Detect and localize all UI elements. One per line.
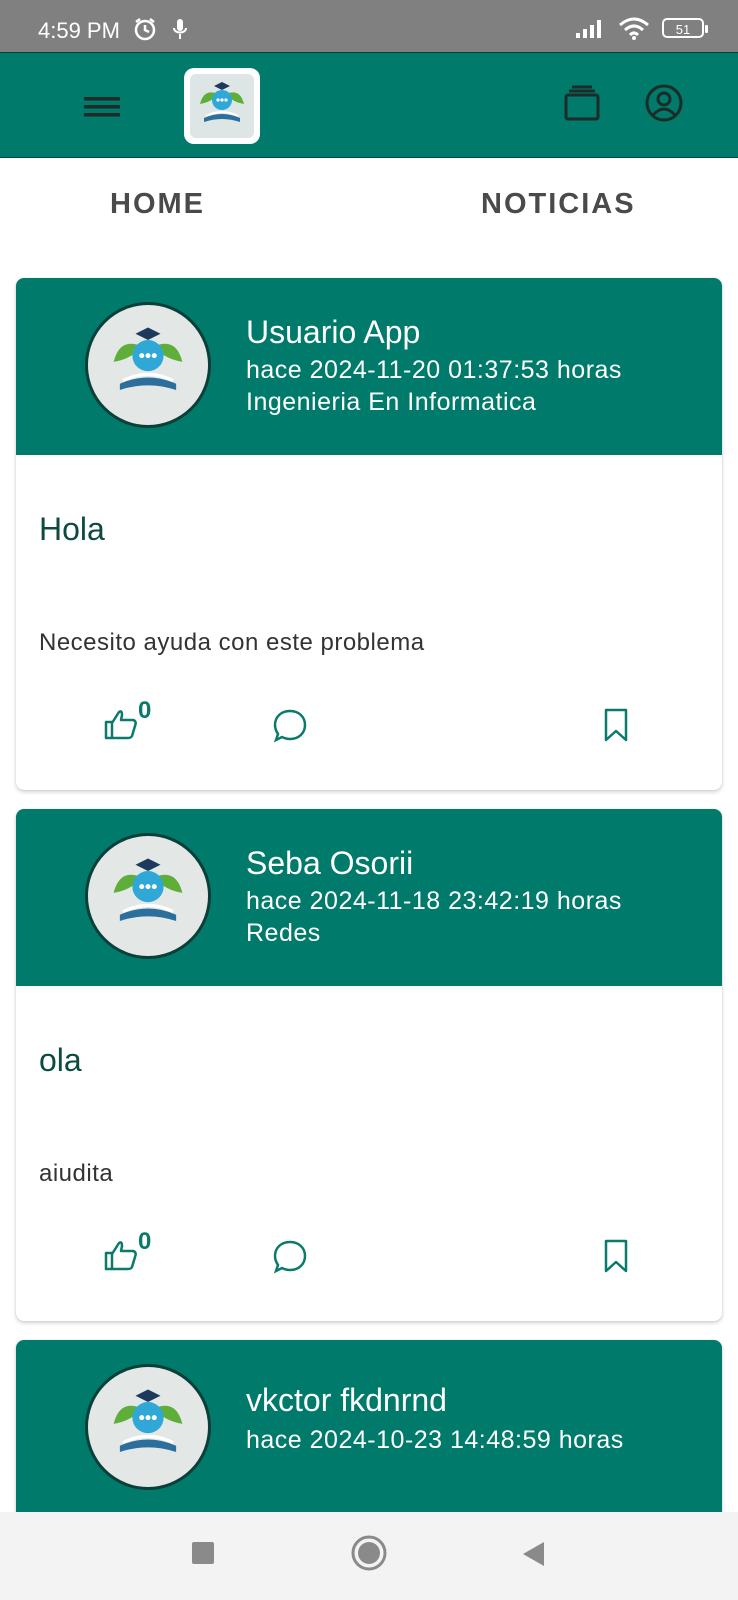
- post-header: Usuario App hace 2024-11-20 01:37:53 hor…: [16, 278, 722, 455]
- battery-icon: 51: [662, 18, 708, 38]
- status-left-icons: [132, 16, 190, 42]
- post-username: Seba Osorii: [246, 845, 414, 881]
- like-count: 0: [138, 1228, 152, 1255]
- battery-level: 51: [675, 22, 691, 37]
- post-actions: 0: [16, 693, 722, 753]
- thumb-up-icon[interactable]: [103, 707, 139, 741]
- post-header: vkctor fkdnrnd hace 2024-10-23 14:48:59 …: [16, 1340, 722, 1540]
- post-header: Seba Osorii hace 2024-11-18 23:42:19 hor…: [16, 809, 722, 986]
- post-username: vkctor fkdnrnd: [246, 1382, 447, 1418]
- post-username: Usuario App: [246, 314, 421, 350]
- post-actions: 0: [16, 1224, 722, 1284]
- like-count: 0: [138, 697, 152, 724]
- post-title: Hola: [39, 511, 105, 547]
- avatar-logo-icon: [113, 858, 183, 921]
- alarm-icon: [134, 18, 156, 41]
- comment-icon[interactable]: [272, 708, 308, 744]
- post-body: aiudita: [39, 1160, 114, 1187]
- wifi-icon: [619, 17, 649, 40]
- post-card[interactable]: vkctor fkdnrnd hace 2024-10-23 14:48:59 …: [16, 1340, 722, 1540]
- status-right-icons: 51: [574, 16, 708, 40]
- thumb-up-icon[interactable]: [103, 1238, 139, 1272]
- post-timestamp: hace 2024-11-18 23:42:19 horas: [246, 887, 622, 915]
- back-triangle-icon[interactable]: [520, 1540, 546, 1568]
- post-card[interactable]: Usuario App hace 2024-11-20 01:37:53 hor…: [16, 278, 722, 790]
- avatar[interactable]: [85, 833, 211, 959]
- cards-icon[interactable]: [562, 83, 602, 123]
- app-logo[interactable]: [184, 68, 260, 144]
- avatar-logo-icon: [113, 1389, 183, 1452]
- post-title: ola: [39, 1042, 82, 1078]
- system-nav-bar: [0, 1512, 738, 1600]
- recents-square-icon[interactable]: [190, 1540, 216, 1566]
- post-timestamp: hace 2024-11-20 01:37:53 horas: [246, 356, 622, 384]
- avatar[interactable]: [85, 1364, 211, 1490]
- comment-icon[interactable]: [272, 1239, 308, 1275]
- menu-icon[interactable]: [82, 87, 122, 127]
- post-card[interactable]: Seba Osorii hace 2024-11-18 23:42:19 hor…: [16, 809, 722, 1321]
- appbar-actions: [562, 83, 684, 123]
- mic-icon: [173, 19, 187, 39]
- app-logo-image: [190, 74, 254, 138]
- tab-bar: HOME NOTICIAS: [0, 158, 738, 262]
- tab-home[interactable]: HOME: [110, 188, 205, 221]
- home-circle-icon[interactable]: [350, 1534, 388, 1572]
- avatar-logo-icon: [113, 327, 183, 390]
- app-bar: [0, 52, 738, 158]
- signal-icon: [576, 20, 601, 38]
- bookmark-icon[interactable]: [602, 707, 630, 743]
- post-timestamp: hace 2024-10-23 14:48:59 horas: [246, 1426, 624, 1454]
- post-area: Redes: [246, 919, 321, 947]
- status-time: 4:59 PM: [38, 18, 120, 43]
- tab-noticias[interactable]: NOTICIAS: [481, 188, 636, 221]
- post-body: Necesito ayuda con este problema: [39, 629, 425, 656]
- account-icon[interactable]: [644, 83, 684, 123]
- bookmark-icon[interactable]: [602, 1238, 630, 1274]
- avatar[interactable]: [85, 302, 211, 428]
- post-area: Ingenieria En Informatica: [246, 388, 537, 416]
